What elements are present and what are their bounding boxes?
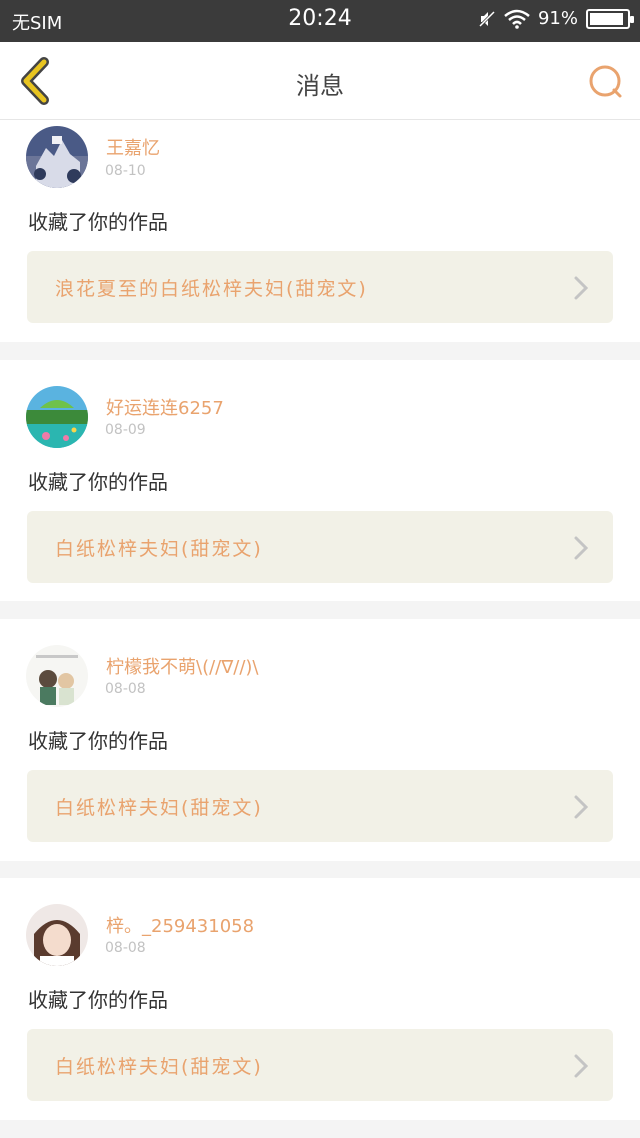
message-date: 08-08 <box>105 940 146 956</box>
list-item: 柠檬我不萌\(//∇//)\ 08-08 收藏了你的作品 白纸松梓夫妇(甜宠文) <box>0 619 640 861</box>
user-name[interactable]: 柠檬我不萌\(//∇//)\ <box>106 653 258 679</box>
wifi-icon <box>504 9 530 29</box>
avatar[interactable] <box>26 126 88 188</box>
avatar[interactable] <box>26 645 88 707</box>
search-icon[interactable] <box>586 62 626 102</box>
chevron-right-icon <box>574 1054 589 1078</box>
list-item: 好运连连6257 08-09 收藏了你的作品 白纸松梓夫妇(甜宠文) <box>0 360 640 601</box>
work-link[interactable]: 浪花夏至的白纸松梓夫妇(甜宠文) <box>27 251 613 323</box>
message-date: 08-10 <box>105 163 146 179</box>
battery-icon <box>586 8 634 29</box>
action-text: 收藏了你的作品 <box>28 470 168 494</box>
work-title: 白纸松梓夫妇(甜宠文) <box>55 1056 263 1078</box>
nav-bar: 消息 <box>0 42 640 120</box>
battery-fill <box>590 12 623 25</box>
chevron-right-icon <box>574 795 589 819</box>
avatar[interactable] <box>26 386 88 448</box>
work-title: 白纸松梓夫妇(甜宠文) <box>55 797 263 819</box>
status-icons: 91% <box>478 8 634 29</box>
work-link[interactable]: 白纸松梓夫妇(甜宠文) <box>27 1029 613 1101</box>
user-name[interactable]: 好运连连6257 <box>106 394 224 420</box>
action-text: 收藏了你的作品 <box>28 988 168 1012</box>
chevron-right-icon <box>574 536 589 560</box>
user-name[interactable]: 王嘉忆 <box>106 134 160 160</box>
chevron-right-icon <box>574 276 589 300</box>
work-title: 白纸松梓夫妇(甜宠文) <box>55 538 263 560</box>
page-title: 消息 <box>296 72 344 100</box>
action-text: 收藏了你的作品 <box>28 210 168 234</box>
mute-icon <box>478 10 496 27</box>
message-date: 08-09 <box>105 422 146 438</box>
status-bar: 无SIM 20:24 91% <box>0 0 640 42</box>
work-link[interactable]: 白纸松梓夫妇(甜宠文) <box>27 511 613 583</box>
work-title: 浪花夏至的白纸松梓夫妇(甜宠文) <box>55 278 368 300</box>
message-date: 08-08 <box>105 681 146 697</box>
list-item: 梓。_259431058 08-08 收藏了你的作品 白纸松梓夫妇(甜宠文) <box>0 878 640 1120</box>
user-name[interactable]: 梓。_259431058 <box>106 912 254 938</box>
battery-percent: 91% <box>537 8 578 29</box>
work-link[interactable]: 白纸松梓夫妇(甜宠文) <box>27 770 613 842</box>
avatar[interactable] <box>26 904 88 966</box>
list-item: 王嘉忆 08-10 收藏了你的作品 浪花夏至的白纸松梓夫妇(甜宠文) <box>0 120 640 342</box>
action-text: 收藏了你的作品 <box>28 729 168 753</box>
